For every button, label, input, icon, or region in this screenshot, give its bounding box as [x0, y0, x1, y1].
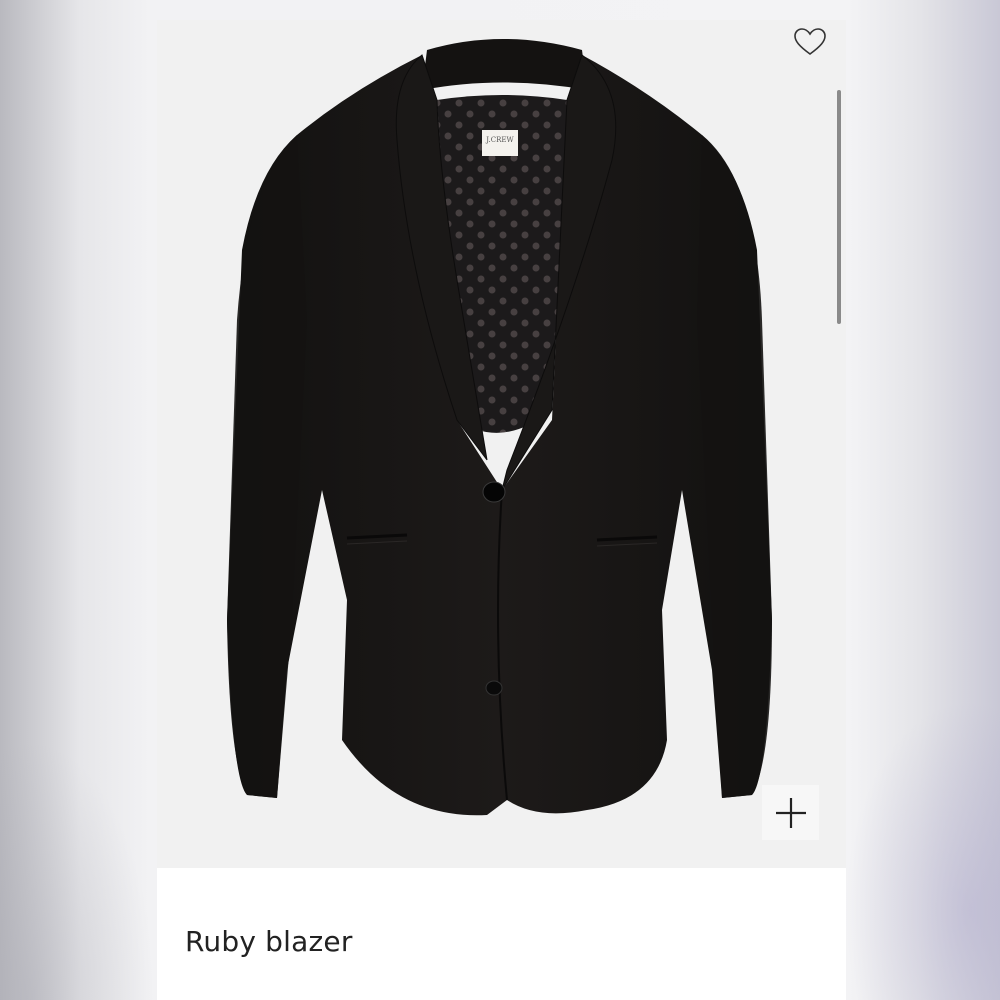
background-shadow-left	[0, 740, 156, 1000]
product-image-area[interactable]: J.CREW	[157, 20, 846, 868]
product-image-blazer: J.CREW	[227, 39, 772, 816]
product-name[interactable]: Ruby blazer	[185, 925, 353, 958]
background-tint-right	[844, 700, 1000, 1000]
image-scrollbar[interactable]	[837, 90, 841, 324]
add-button[interactable]	[762, 785, 819, 840]
favorite-button[interactable]	[792, 24, 828, 60]
brand-label: J.CREW	[485, 136, 514, 144]
heart-outline-icon	[794, 28, 826, 55]
product-card[interactable]: J.CREW Ruby blazer	[157, 20, 846, 1000]
plus-icon	[775, 797, 806, 828]
